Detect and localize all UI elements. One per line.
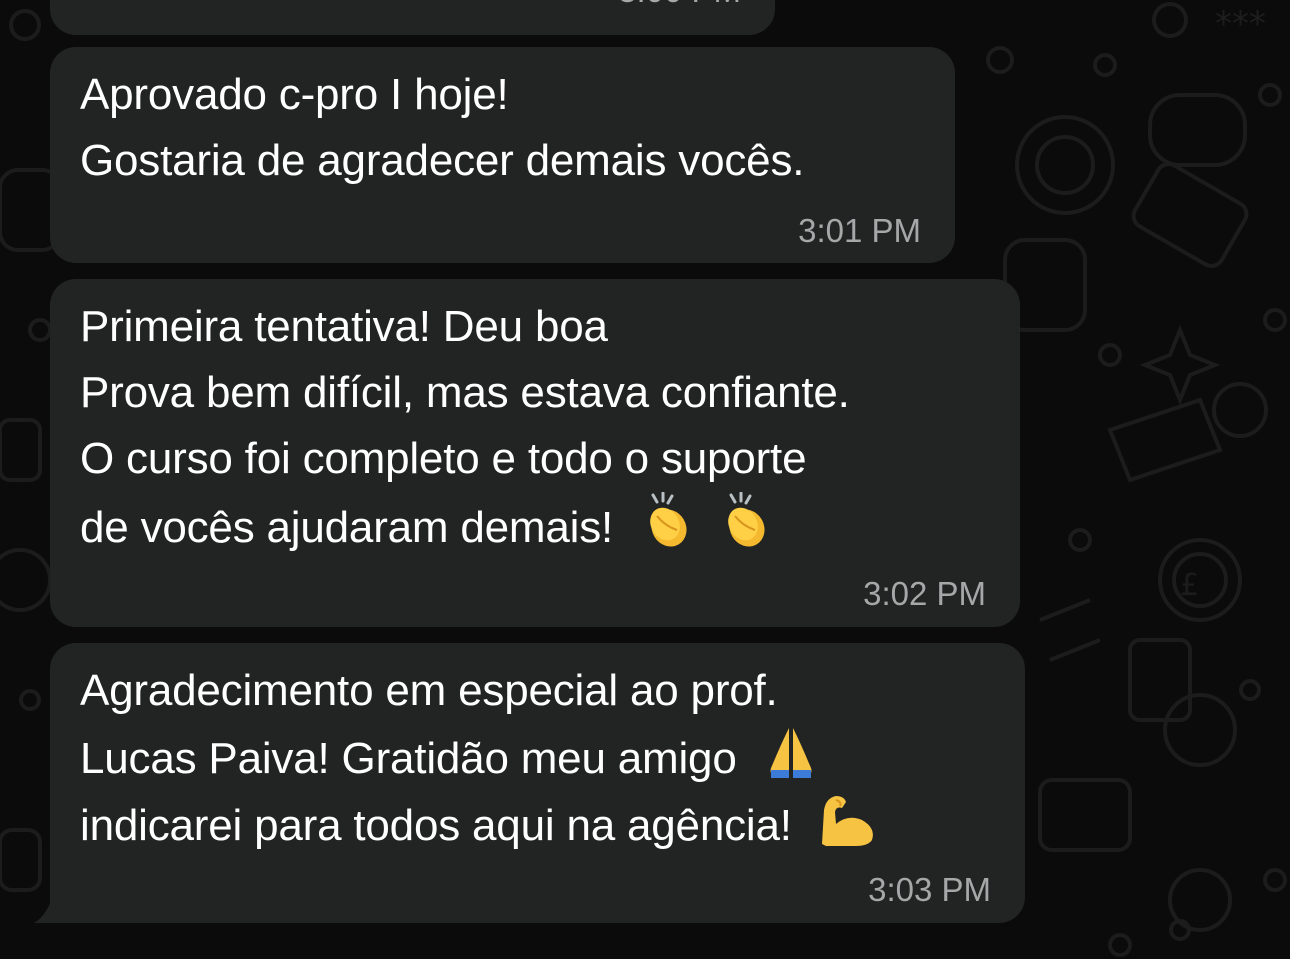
message-text-row: Lucas Paiva! Gratidão meu amigo bbox=[80, 724, 819, 799]
message-time: 3:00 PM bbox=[618, 0, 741, 10]
message-bubble[interactable]: 3:00 PM bbox=[50, 0, 775, 35]
message-text-line: Lucas Paiva! Gratidão meu amigo bbox=[80, 734, 737, 784]
message-time: 3:03 PM bbox=[868, 871, 991, 908]
message-time: 3:01 PM bbox=[798, 212, 921, 249]
message-bubble[interactable]: Aprovado c-pro I hoje! Gostaria de agrad… bbox=[50, 47, 955, 263]
message-text-line: indicarei para todos aqui na agência! bbox=[80, 801, 792, 851]
svg-text:***: *** bbox=[1215, 4, 1266, 44]
message-bubble[interactable]: Primeira tentativa! Deu boa Prova bem di… bbox=[50, 279, 1020, 627]
clapping-hands-icon bbox=[639, 491, 697, 569]
message-text-line: Aprovado c-pro I hoje! bbox=[80, 70, 509, 119]
message-text-row: indicarei para todos aqui na agência! bbox=[80, 790, 878, 867]
flexed-biceps-icon bbox=[818, 790, 878, 867]
message-text-line: Gostaria de agradecer demais vocês. bbox=[80, 136, 805, 185]
clapping-hands-icon bbox=[717, 491, 775, 569]
message-bubble[interactable]: Agradecimento em especial ao prof. Lucas… bbox=[50, 643, 1025, 923]
message-text-line: Agradecimento em especial ao prof. bbox=[80, 666, 778, 715]
message-text-line: de vocês ajudaram demais! bbox=[80, 503, 614, 553]
bubble-tail bbox=[34, 890, 70, 923]
message-time: 3:02 PM bbox=[863, 575, 986, 612]
message-text-row: de vocês ajudaram demais! bbox=[80, 491, 775, 569]
message-text-line: O curso foi completo e todo o suporte bbox=[80, 434, 807, 483]
message-text-line: Prova bem difícil, mas estava confiante. bbox=[80, 368, 850, 417]
svg-text:£: £ bbox=[1180, 568, 1199, 603]
message-text-line: Primeira tentativa! Deu boa bbox=[80, 302, 608, 351]
folded-hands-icon bbox=[763, 724, 819, 799]
